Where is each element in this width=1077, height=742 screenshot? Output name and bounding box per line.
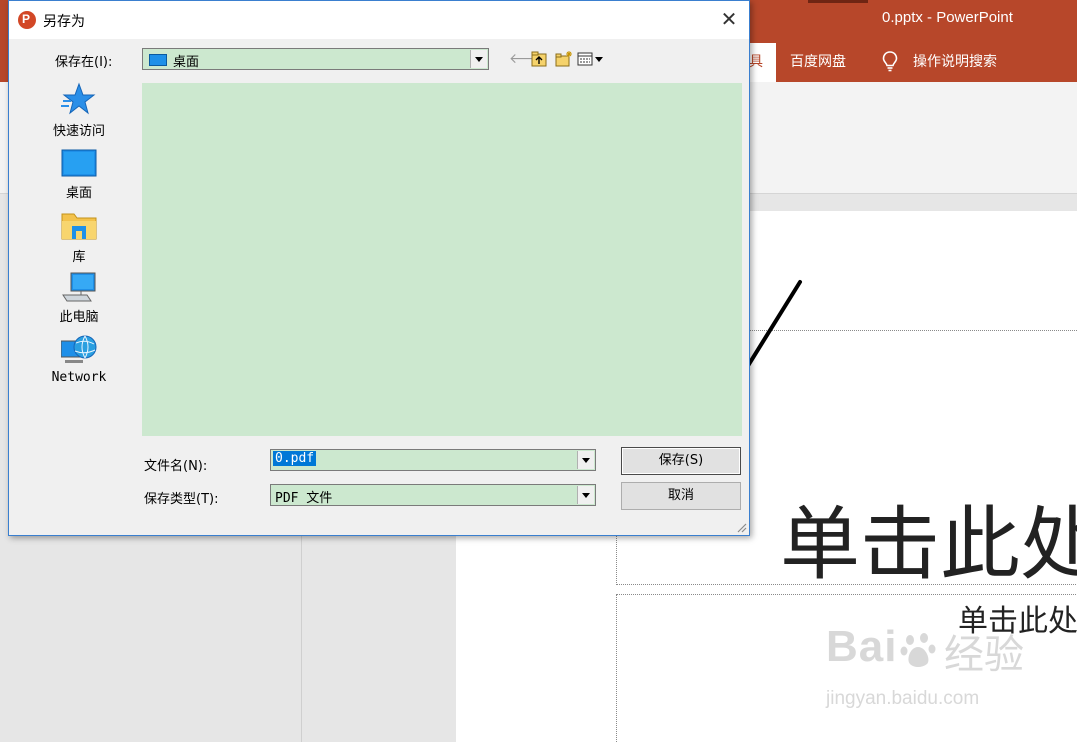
place-label: 此电脑: [59, 310, 99, 325]
baidu-watermark: Bai 经验 jingyan.baidu.com: [826, 622, 1024, 709]
save-in-value: 桌面: [173, 55, 200, 70]
place-label: 桌面: [65, 186, 92, 201]
place-desktop[interactable]: 桌面: [39, 147, 119, 203]
star-icon: [61, 82, 96, 115]
save-in-label: 保存在(I):: [55, 55, 113, 70]
close-button[interactable]: ✕: [715, 7, 743, 33]
filename-field[interactable]: 0.pdf: [273, 451, 317, 466]
watermark-url: jingyan.baidu.com: [826, 688, 980, 709]
save-as-dialog: 另存为 ✕ 保存在(I): 桌面 🡐: [8, 0, 750, 536]
place-label: 库: [72, 250, 86, 265]
chevron-down-icon[interactable]: [577, 451, 594, 469]
place-label: Network: [51, 370, 107, 385]
tell-me-search[interactable]: 操作说明搜索: [913, 51, 997, 71]
titlebar-accent: [808, 0, 868, 3]
chevron-down-icon[interactable]: [470, 50, 487, 68]
desktop-icon: [61, 149, 97, 177]
filename-value: 0.pdf: [273, 451, 317, 466]
save-in-combo[interactable]: 桌面: [142, 48, 489, 70]
chevron-down-icon[interactable]: [577, 486, 594, 504]
filetype-label: 保存类型(T):: [144, 492, 219, 507]
title-placeholder-text: 单击此处: [780, 498, 1077, 591]
library-folder-icon: [61, 213, 97, 240]
ribbon-tab-partial-label: 具: [749, 54, 763, 70]
back-arrow-icon[interactable]: 🡐: [509, 50, 547, 68]
powerpoint-window-title: 0.pptx - PowerPoint: [882, 9, 1013, 26]
resize-grip-icon[interactable]: [735, 521, 747, 533]
network-icon: [61, 335, 97, 363]
screen: 0.pptx - PowerPoint 具 百度网盘 操作说明搜索 单击此处 单…: [0, 0, 1077, 742]
watermark-brand: Bai: [826, 622, 898, 671]
place-library[interactable]: 库: [39, 209, 119, 265]
place-quick-access[interactable]: 快速访问: [39, 81, 119, 139]
watermark-jingyan: 经验: [944, 632, 1024, 678]
place-label: 快速访问: [52, 124, 105, 139]
place-network[interactable]: Network: [39, 333, 119, 389]
desktop-small-icon: [149, 54, 167, 66]
file-list-view[interactable]: [142, 83, 742, 436]
cancel-button[interactable]: 取消: [621, 482, 741, 510]
lightbulb-icon: [882, 51, 898, 72]
baidu-paw-icon: [900, 633, 936, 667]
new-folder-icon[interactable]: [555, 50, 573, 68]
up-folder-icon[interactable]: [531, 50, 547, 68]
dialog-titlebar[interactable]: 另存为 ✕: [9, 1, 749, 39]
filename-combo[interactable]: 0.pdf: [270, 449, 596, 471]
filetype-value: PDF 文件: [275, 491, 333, 506]
powerpoint-app-icon: [18, 11, 36, 29]
place-this-pc[interactable]: 此电脑: [39, 271, 119, 327]
computer-icon: [62, 272, 96, 302]
view-menu-icon[interactable]: [577, 50, 605, 68]
save-button[interactable]: 保存(S): [621, 447, 741, 475]
filename-label: 文件名(N):: [144, 459, 208, 474]
dialog-title: 另存为: [43, 14, 85, 30]
filetype-combo[interactable]: PDF 文件: [270, 484, 596, 506]
tab-baidu-netdisk[interactable]: 百度网盘: [790, 51, 846, 71]
